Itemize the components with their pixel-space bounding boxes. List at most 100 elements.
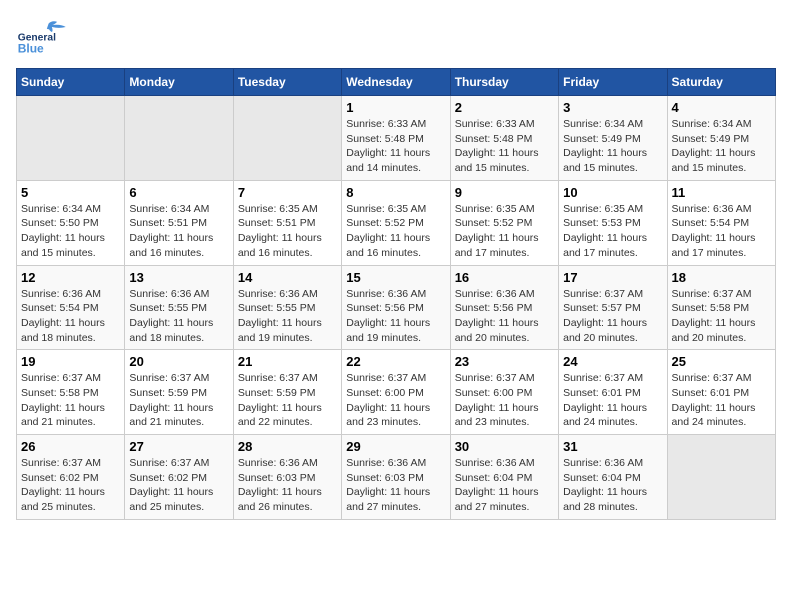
calendar-cell: 24 Sunrise: 6:37 AM Sunset: 6:01 PM Dayli…	[559, 350, 667, 435]
day-number: 27	[129, 439, 228, 454]
day-info: Sunrise: 6:34 AM Sunset: 5:50 PM Dayligh…	[21, 202, 120, 261]
calendar-body: 1 Sunrise: 6:33 AM Sunset: 5:48 PM Daylig…	[17, 96, 776, 520]
calendar-table: SundayMondayTuesdayWednesdayThursdayFrid…	[16, 68, 776, 520]
column-header-tuesday: Tuesday	[233, 69, 341, 96]
day-number: 13	[129, 270, 228, 285]
calendar-cell: 9 Sunrise: 6:35 AM Sunset: 5:52 PM Daylig…	[450, 180, 558, 265]
day-number: 14	[238, 270, 337, 285]
day-info: Sunrise: 6:35 AM Sunset: 5:53 PM Dayligh…	[563, 202, 662, 261]
day-info: Sunrise: 6:37 AM Sunset: 5:57 PM Dayligh…	[563, 287, 662, 346]
calendar-cell	[125, 96, 233, 181]
calendar-cell: 6 Sunrise: 6:34 AM Sunset: 5:51 PM Daylig…	[125, 180, 233, 265]
day-number: 1	[346, 100, 445, 115]
day-info: Sunrise: 6:34 AM Sunset: 5:49 PM Dayligh…	[563, 117, 662, 176]
day-number: 22	[346, 354, 445, 369]
day-info: Sunrise: 6:37 AM Sunset: 5:59 PM Dayligh…	[238, 371, 337, 430]
day-number: 21	[238, 354, 337, 369]
column-header-wednesday: Wednesday	[342, 69, 450, 96]
calendar-cell: 29 Sunrise: 6:36 AM Sunset: 6:03 PM Dayli…	[342, 435, 450, 520]
day-info: Sunrise: 6:34 AM Sunset: 5:51 PM Dayligh…	[129, 202, 228, 261]
column-header-monday: Monday	[125, 69, 233, 96]
day-info: Sunrise: 6:36 AM Sunset: 5:56 PM Dayligh…	[346, 287, 445, 346]
calendar-cell: 1 Sunrise: 6:33 AM Sunset: 5:48 PM Daylig…	[342, 96, 450, 181]
calendar-cell: 27Sunrise: 6:37 AM Sunset: 6:02 PM Dayli…	[125, 435, 233, 520]
calendar-cell: 13 Sunrise: 6:36 AM Sunset: 5:55 PM Dayli…	[125, 265, 233, 350]
day-number: 15	[346, 270, 445, 285]
calendar-cell: 11Sunrise: 6:36 AM Sunset: 5:54 PM Dayli…	[667, 180, 775, 265]
day-info: Sunrise: 6:37 AM Sunset: 5:58 PM Dayligh…	[21, 371, 120, 430]
day-number: 8	[346, 185, 445, 200]
calendar-cell: 18 Sunrise: 6:37 AM Sunset: 5:58 PM Dayli…	[667, 265, 775, 350]
calendar-header: SundayMondayTuesdayWednesdayThursdayFrid…	[17, 69, 776, 96]
page-header: General Blue	[16, 16, 776, 56]
day-number: 17	[563, 270, 662, 285]
svg-text:Blue: Blue	[18, 42, 44, 56]
day-number: 29	[346, 439, 445, 454]
column-header-thursday: Thursday	[450, 69, 558, 96]
day-number: 7	[238, 185, 337, 200]
calendar-cell	[233, 96, 341, 181]
day-info: Sunrise: 6:37 AM Sunset: 6:01 PM Dayligh…	[672, 371, 771, 430]
day-number: 19	[21, 354, 120, 369]
calendar-cell: 25Sunrise: 6:37 AM Sunset: 6:01 PM Dayli…	[667, 350, 775, 435]
column-header-saturday: Saturday	[667, 69, 775, 96]
header-row: SundayMondayTuesdayWednesdayThursdayFrid…	[17, 69, 776, 96]
day-number: 9	[455, 185, 554, 200]
day-info: Sunrise: 6:36 AM Sunset: 5:56 PM Dayligh…	[455, 287, 554, 346]
day-number: 2	[455, 100, 554, 115]
calendar-cell: 26 Sunrise: 6:37 AM Sunset: 6:02 PM Dayli…	[17, 435, 125, 520]
calendar-cell: 28 Sunrise: 6:36 AM Sunset: 6:03 PM Dayli…	[233, 435, 341, 520]
day-info: Sunrise: 6:37 AM Sunset: 6:01 PM Dayligh…	[563, 371, 662, 430]
day-info: Sunrise: 6:35 AM Sunset: 5:52 PM Dayligh…	[455, 202, 554, 261]
day-info: Sunrise: 6:35 AM Sunset: 5:51 PM Dayligh…	[238, 202, 337, 261]
calendar-cell: 10 Sunrise: 6:35 AM Sunset: 5:53 PM Dayli…	[559, 180, 667, 265]
calendar-cell	[17, 96, 125, 181]
day-number: 23	[455, 354, 554, 369]
day-number: 5	[21, 185, 120, 200]
day-info: Sunrise: 6:33 AM Sunset: 5:48 PM Dayligh…	[455, 117, 554, 176]
day-number: 12	[21, 270, 120, 285]
day-info: Sunrise: 6:36 AM Sunset: 5:55 PM Dayligh…	[129, 287, 228, 346]
calendar-cell: 7 Sunrise: 6:35 AM Sunset: 5:51 PM Daylig…	[233, 180, 341, 265]
calendar-cell: 2 Sunrise: 6:33 AM Sunset: 5:48 PM Daylig…	[450, 96, 558, 181]
calendar-cell	[667, 435, 775, 520]
day-info: Sunrise: 6:36 AM Sunset: 6:04 PM Dayligh…	[563, 456, 662, 515]
day-number: 26	[21, 439, 120, 454]
day-info: Sunrise: 6:37 AM Sunset: 5:58 PM Dayligh…	[672, 287, 771, 346]
calendar-cell: 30Sunrise: 6:36 AM Sunset: 6:04 PM Dayli…	[450, 435, 558, 520]
calendar-cell: 31 Sunrise: 6:36 AM Sunset: 6:04 PM Dayli…	[559, 435, 667, 520]
day-number: 6	[129, 185, 228, 200]
calendar-cell: 19 Sunrise: 6:37 AM Sunset: 5:58 PM Dayli…	[17, 350, 125, 435]
week-row-1: 1 Sunrise: 6:33 AM Sunset: 5:48 PM Daylig…	[17, 96, 776, 181]
day-number: 3	[563, 100, 662, 115]
day-info: Sunrise: 6:37 AM Sunset: 6:00 PM Dayligh…	[455, 371, 554, 430]
day-number: 11	[672, 185, 771, 200]
calendar-cell: 5 Sunrise: 6:34 AM Sunset: 5:50 PM Daylig…	[17, 180, 125, 265]
day-number: 10	[563, 185, 662, 200]
day-info: Sunrise: 6:36 AM Sunset: 5:54 PM Dayligh…	[21, 287, 120, 346]
calendar-cell: 15 Sunrise: 6:36 AM Sunset: 5:56 PM Dayli…	[342, 265, 450, 350]
calendar-cell: 21 Sunrise: 6:37 AM Sunset: 5:59 PM Dayli…	[233, 350, 341, 435]
day-number: 20	[129, 354, 228, 369]
day-info: Sunrise: 6:35 AM Sunset: 5:52 PM Dayligh…	[346, 202, 445, 261]
calendar-cell: 17 Sunrise: 6:37 AM Sunset: 5:57 PM Dayli…	[559, 265, 667, 350]
logo: General Blue	[16, 16, 76, 56]
day-info: Sunrise: 6:36 AM Sunset: 6:03 PM Dayligh…	[346, 456, 445, 515]
day-info: Sunrise: 6:33 AM Sunset: 5:48 PM Dayligh…	[346, 117, 445, 176]
day-info: Sunrise: 6:36 AM Sunset: 5:55 PM Dayligh…	[238, 287, 337, 346]
day-info: Sunrise: 6:36 AM Sunset: 6:03 PM Dayligh…	[238, 456, 337, 515]
week-row-5: 26 Sunrise: 6:37 AM Sunset: 6:02 PM Dayli…	[17, 435, 776, 520]
day-number: 30	[455, 439, 554, 454]
day-number: 24	[563, 354, 662, 369]
calendar-cell: 8 Sunrise: 6:35 AM Sunset: 5:52 PM Daylig…	[342, 180, 450, 265]
column-header-sunday: Sunday	[17, 69, 125, 96]
day-number: 28	[238, 439, 337, 454]
day-info: Sunrise: 6:37 AM Sunset: 5:59 PM Dayligh…	[129, 371, 228, 430]
day-info: Sunrise: 6:34 AM Sunset: 5:49 PM Dayligh…	[672, 117, 771, 176]
day-number: 31	[563, 439, 662, 454]
day-number: 18	[672, 270, 771, 285]
column-header-friday: Friday	[559, 69, 667, 96]
logo-icon: General Blue	[16, 16, 76, 56]
calendar-cell: 16Sunrise: 6:36 AM Sunset: 5:56 PM Dayli…	[450, 265, 558, 350]
day-info: Sunrise: 6:37 AM Sunset: 6:02 PM Dayligh…	[21, 456, 120, 515]
